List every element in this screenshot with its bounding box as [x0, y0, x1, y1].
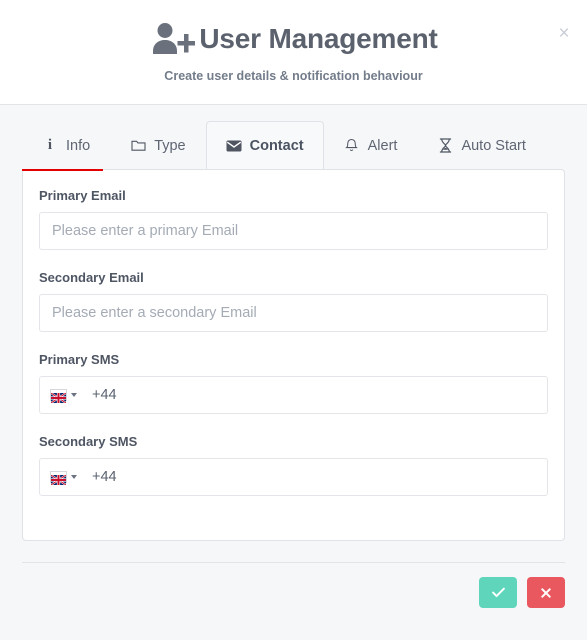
- field-primary-sms: Primary SMS +44: [39, 352, 548, 414]
- country-select-secondary-sms[interactable]: [50, 471, 81, 486]
- secondary-sms-input[interactable]: +44: [39, 458, 548, 496]
- field-primary-email: Primary Email: [39, 188, 548, 250]
- field-label: Secondary Email: [39, 270, 144, 285]
- tab-auto-start[interactable]: Auto Start: [417, 121, 545, 169]
- page-subtitle: Create user details & notification behav…: [164, 69, 423, 83]
- country-select-primary-sms[interactable]: [50, 389, 81, 404]
- tab-label: Type: [154, 137, 186, 154]
- close-icon[interactable]: ×: [553, 22, 575, 44]
- tab-label: Info: [66, 137, 91, 154]
- tab-label: Alert: [367, 137, 398, 154]
- uk-flag-icon: [50, 471, 67, 486]
- tab-alert[interactable]: Alert: [324, 121, 418, 169]
- modal-footer: [22, 562, 565, 608]
- dial-code: +44: [92, 469, 117, 485]
- field-label: Secondary SMS: [39, 434, 138, 449]
- confirm-button[interactable]: [479, 577, 517, 608]
- envelope-icon: [226, 138, 242, 154]
- close-icon: [541, 587, 551, 598]
- tab-label: Auto Start: [461, 137, 526, 154]
- tab-info[interactable]: i Info: [22, 121, 110, 169]
- page-title: User Management: [199, 23, 438, 54]
- bell-icon: [344, 138, 360, 154]
- modal-header: User Management Create user details & no…: [0, 0, 587, 105]
- field-secondary-email: Secondary Email: [39, 270, 548, 332]
- chevron-down-icon: [71, 475, 77, 479]
- tab-type[interactable]: Type: [110, 121, 205, 169]
- progress-bar: [22, 169, 104, 171]
- tab-label: Contact: [249, 137, 304, 154]
- uk-flag-icon: [50, 389, 67, 404]
- title-row: User Management: [0, 0, 587, 58]
- dial-code: +44: [92, 387, 117, 403]
- primary-sms-input[interactable]: +44: [39, 376, 548, 414]
- secondary-email-input[interactable]: [39, 294, 548, 332]
- field-label: Primary SMS: [39, 352, 120, 367]
- folder-icon: [130, 138, 146, 154]
- contact-form-panel: Primary Email Secondary Email Primary SM…: [22, 169, 565, 541]
- content-panel-wrap: Primary Email Secondary Email Primary SM…: [22, 169, 565, 541]
- chevron-down-icon: [71, 393, 77, 397]
- field-secondary-sms: Secondary SMS +44: [39, 434, 548, 496]
- tab-strip: i Info Type Contact Alert Auto Start: [0, 105, 587, 169]
- primary-email-input[interactable]: [39, 212, 548, 250]
- progress-track: [22, 169, 565, 171]
- tab-contact[interactable]: Contact: [205, 121, 324, 169]
- info-icon: i: [47, 137, 53, 153]
- cancel-button[interactable]: [527, 577, 565, 608]
- hourglass-icon: [437, 138, 453, 154]
- check-icon: [491, 587, 505, 598]
- field-label: Primary Email: [39, 188, 126, 203]
- user-plus-icon: [149, 20, 196, 58]
